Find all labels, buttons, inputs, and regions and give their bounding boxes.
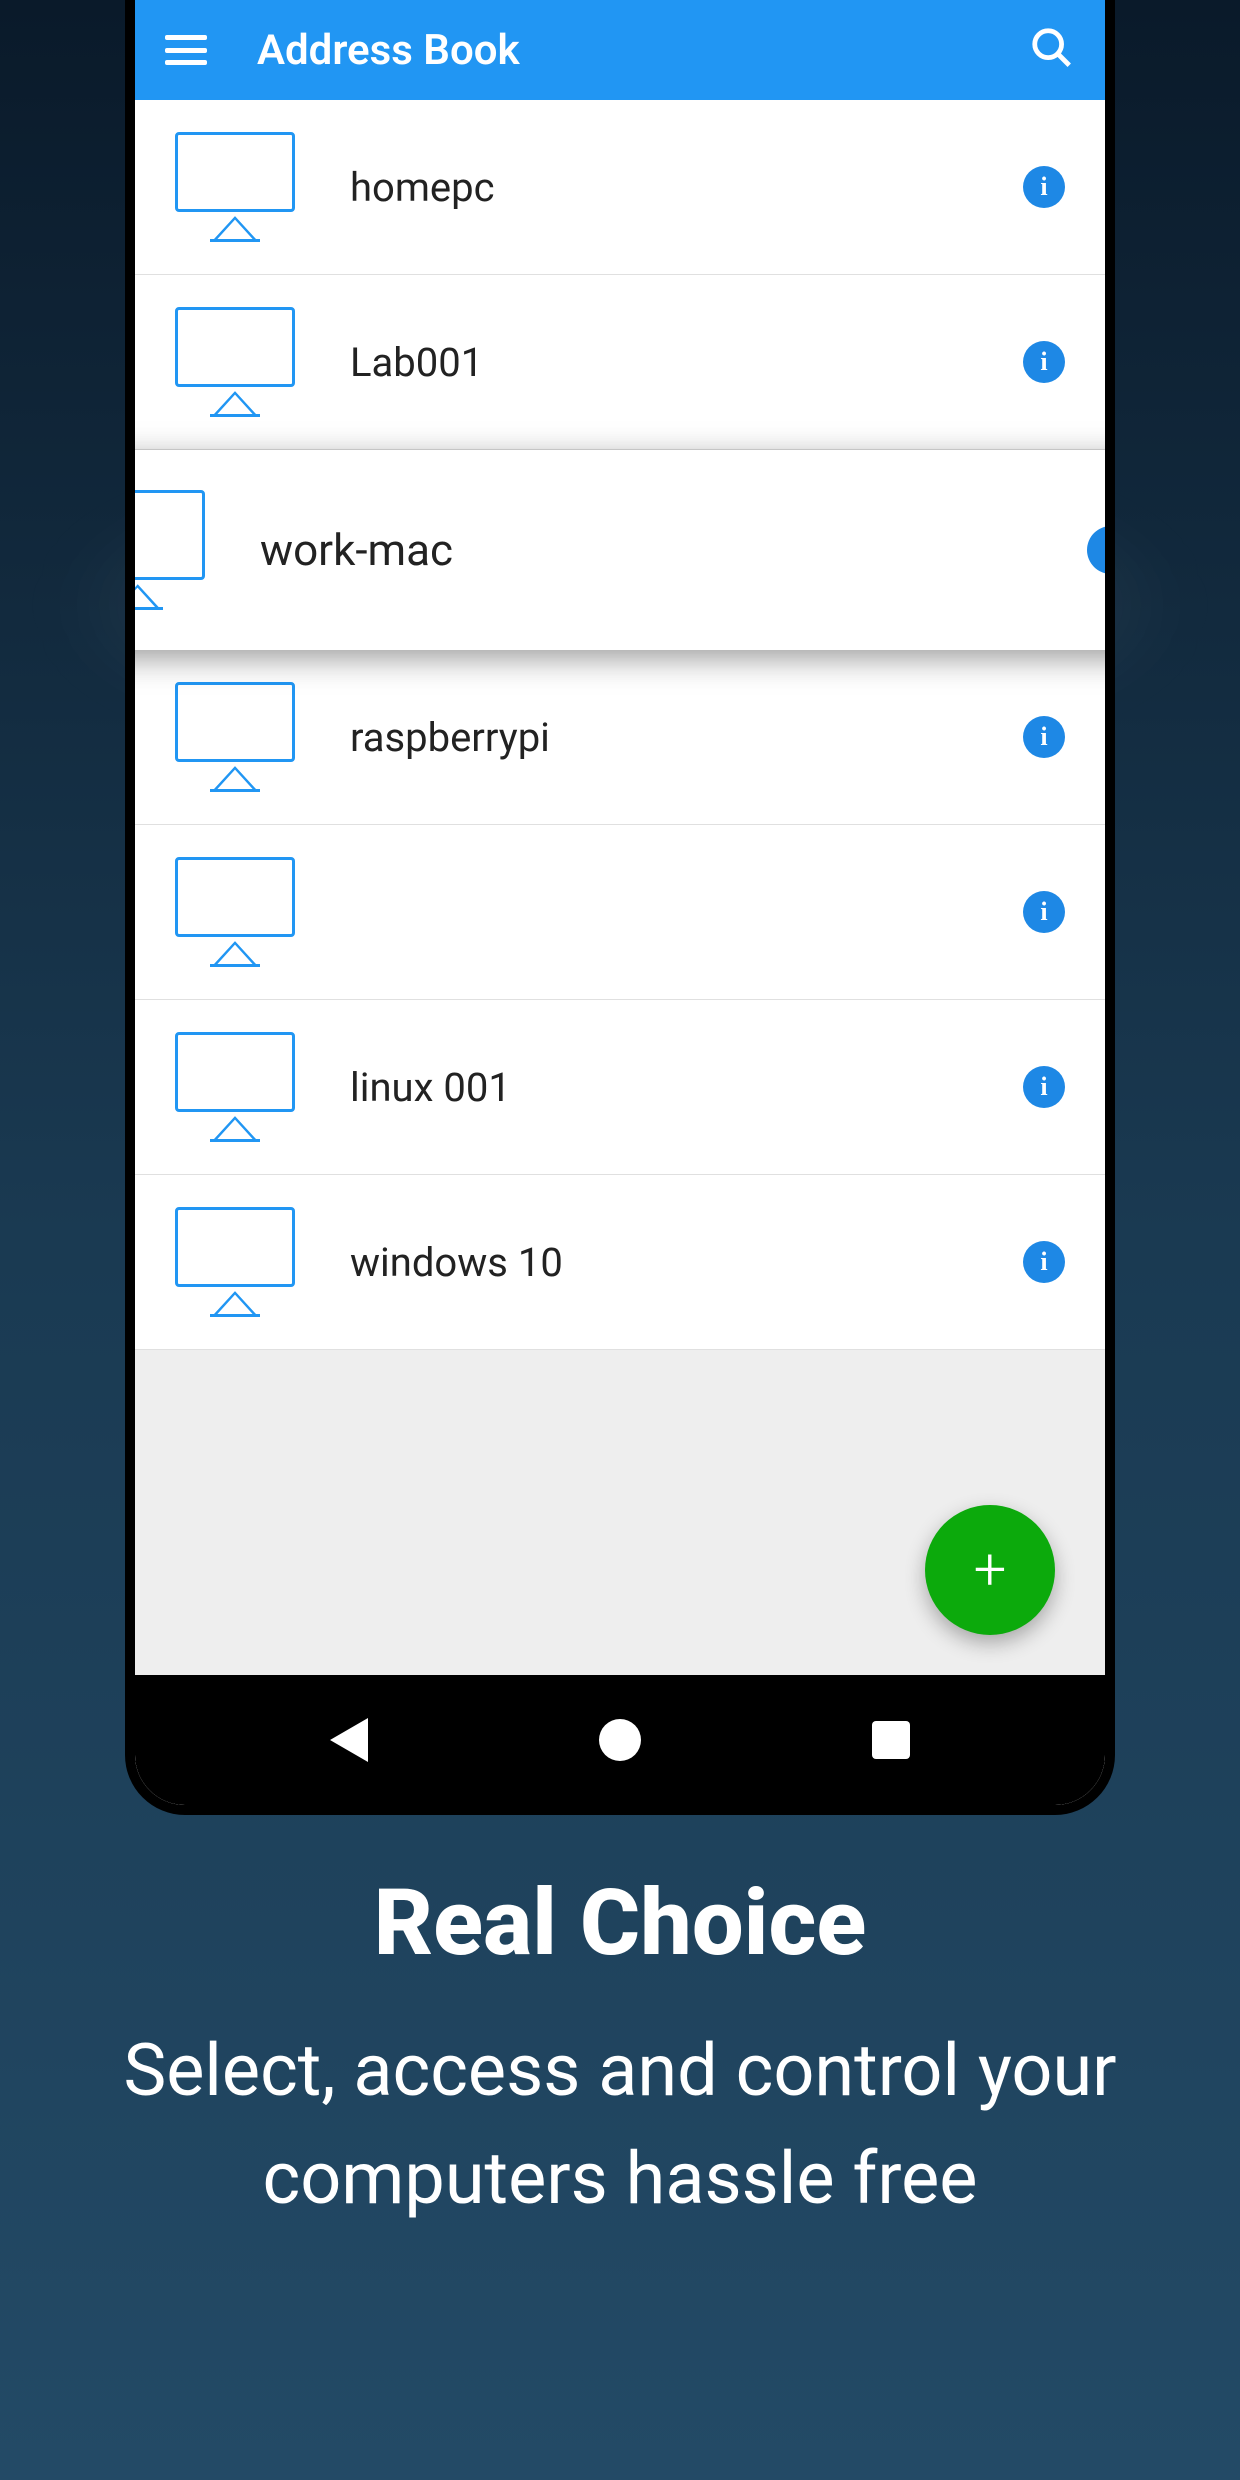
device-row[interactable]: i (135, 825, 1105, 1000)
computer-icon (175, 132, 295, 242)
computer-icon (175, 857, 295, 967)
plus-icon: + (974, 1541, 1007, 1599)
info-icon[interactable]: i (1087, 526, 1105, 574)
app-title: Address Book (257, 26, 979, 75)
promo-subtitle: Select, access and control your computer… (60, 2017, 1180, 2233)
device-row[interactable]: Lab001 i (135, 275, 1105, 450)
device-row[interactable]: windows 10 i (135, 1175, 1105, 1350)
computer-icon (175, 1207, 295, 1317)
menu-icon[interactable] (165, 35, 207, 65)
device-name: Lab001 (350, 339, 1023, 386)
computer-icon (135, 490, 205, 610)
device-name: linux 001 (350, 1064, 1023, 1111)
device-name: raspberrypi (350, 714, 1023, 761)
device-name: homepc (350, 164, 1023, 211)
android-nav-bar (135, 1675, 1105, 1805)
device-row-selected[interactable]: work-mac i (135, 450, 1105, 650)
device-name: work-mac (260, 524, 1087, 576)
back-icon[interactable] (330, 1718, 368, 1762)
device-name: windows 10 (350, 1239, 1023, 1286)
info-icon[interactable]: i (1023, 891, 1065, 933)
add-button[interactable]: + (925, 1505, 1055, 1635)
promo-title: Real Choice (60, 1870, 1180, 1977)
device-row[interactable]: raspberrypi i (135, 650, 1105, 825)
device-row[interactable]: linux 001 i (135, 1000, 1105, 1175)
info-icon[interactable]: i (1023, 716, 1065, 758)
info-icon[interactable]: i (1023, 341, 1065, 383)
search-icon[interactable] (1029, 25, 1075, 75)
info-icon[interactable]: i (1023, 1066, 1065, 1108)
device-row[interactable]: homepc i (135, 100, 1105, 275)
info-icon[interactable]: i (1023, 1241, 1065, 1283)
info-icon[interactable]: i (1023, 166, 1065, 208)
recent-icon[interactable] (872, 1721, 910, 1759)
promo-text: Real Choice Select, access and control y… (0, 1870, 1240, 2233)
phone-screen: Address Book homepc i Lab001 (135, 0, 1105, 1805)
computer-icon (175, 307, 295, 417)
app-bar: Address Book (135, 0, 1105, 100)
computer-icon (175, 682, 295, 792)
phone-frame: Address Book homepc i Lab001 (125, 0, 1115, 1815)
device-list: homepc i Lab001 i work-mac i (135, 100, 1105, 1350)
home-icon[interactable] (599, 1719, 641, 1761)
computer-icon (175, 1032, 295, 1142)
